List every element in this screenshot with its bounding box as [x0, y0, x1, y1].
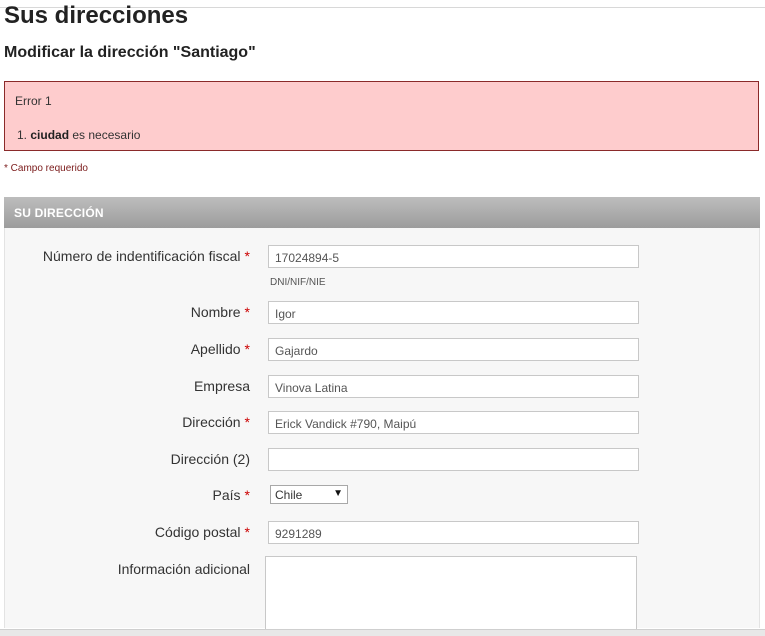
- required-mark: *: [244, 248, 250, 264]
- country-select[interactable]: Chile ▼: [270, 485, 348, 504]
- last-name-label: Apellido *: [191, 341, 250, 357]
- country-label: País *: [213, 487, 250, 503]
- address-input[interactable]: Erick Vandick #790, Maipú: [268, 411, 639, 434]
- postal-code-label: Código postal *: [155, 524, 250, 540]
- page-title: Sus direcciones: [4, 2, 189, 29]
- section-title: SU DIRECCIÓN: [14, 206, 104, 220]
- error-title: Error 1: [15, 94, 52, 108]
- error-item-field: ciudad: [30, 128, 70, 142]
- error-item-number: 1.: [17, 128, 28, 142]
- first-name-label-text: Nombre: [190, 304, 241, 320]
- page-subtitle: Modificar la dirección "Santiago": [4, 44, 256, 61]
- company-label: Empresa: [194, 378, 250, 394]
- dropdown-arrow-icon: ▼: [333, 488, 343, 499]
- last-name-input[interactable]: Gajardo: [268, 338, 639, 361]
- first-name-label: Nombre *: [191, 304, 250, 320]
- country-select-value: Chile: [275, 488, 303, 502]
- error-item-message: es necesario: [69, 128, 141, 142]
- tax-id-hint: DNI/NIF/NIE: [270, 277, 326, 288]
- error-item: 1. ciudad es necesario: [17, 128, 140, 142]
- tax-id-label: Número de indentificación fiscal *: [43, 248, 250, 264]
- address-label-text: Dirección: [182, 414, 241, 430]
- required-note: * Campo requerido: [4, 163, 88, 174]
- additional-info-textarea[interactable]: [265, 556, 637, 636]
- required-mark: *: [244, 414, 250, 430]
- first-name-input[interactable]: Igor: [268, 301, 639, 324]
- required-mark: *: [244, 487, 250, 503]
- error-box: Error 1 1. ciudad es necesario: [4, 81, 759, 151]
- address2-label: Dirección (2): [171, 451, 250, 467]
- tax-id-input[interactable]: 17024894-5: [268, 245, 639, 268]
- postal-code-input[interactable]: 9291289: [268, 521, 639, 544]
- additional-info-label: Información adicional: [118, 561, 250, 577]
- section-header: SU DIRECCIÓN: [4, 197, 760, 228]
- address-label: Dirección *: [182, 414, 250, 430]
- company-label-text: Empresa: [193, 378, 250, 394]
- tax-id-label-text: Número de indentificación fiscal: [42, 248, 241, 264]
- postal-code-label-text: Código postal: [154, 524, 241, 540]
- company-input[interactable]: Vinova Latina: [268, 375, 639, 398]
- required-mark: *: [244, 524, 250, 540]
- required-mark: *: [244, 304, 250, 320]
- address2-input[interactable]: [268, 448, 639, 471]
- last-name-label-text: Apellido: [190, 341, 241, 357]
- additional-info-label-text: Información adicional: [117, 561, 250, 577]
- required-mark: *: [244, 341, 250, 357]
- country-label-text: País: [212, 487, 241, 503]
- address2-label-text: Dirección (2): [170, 451, 250, 467]
